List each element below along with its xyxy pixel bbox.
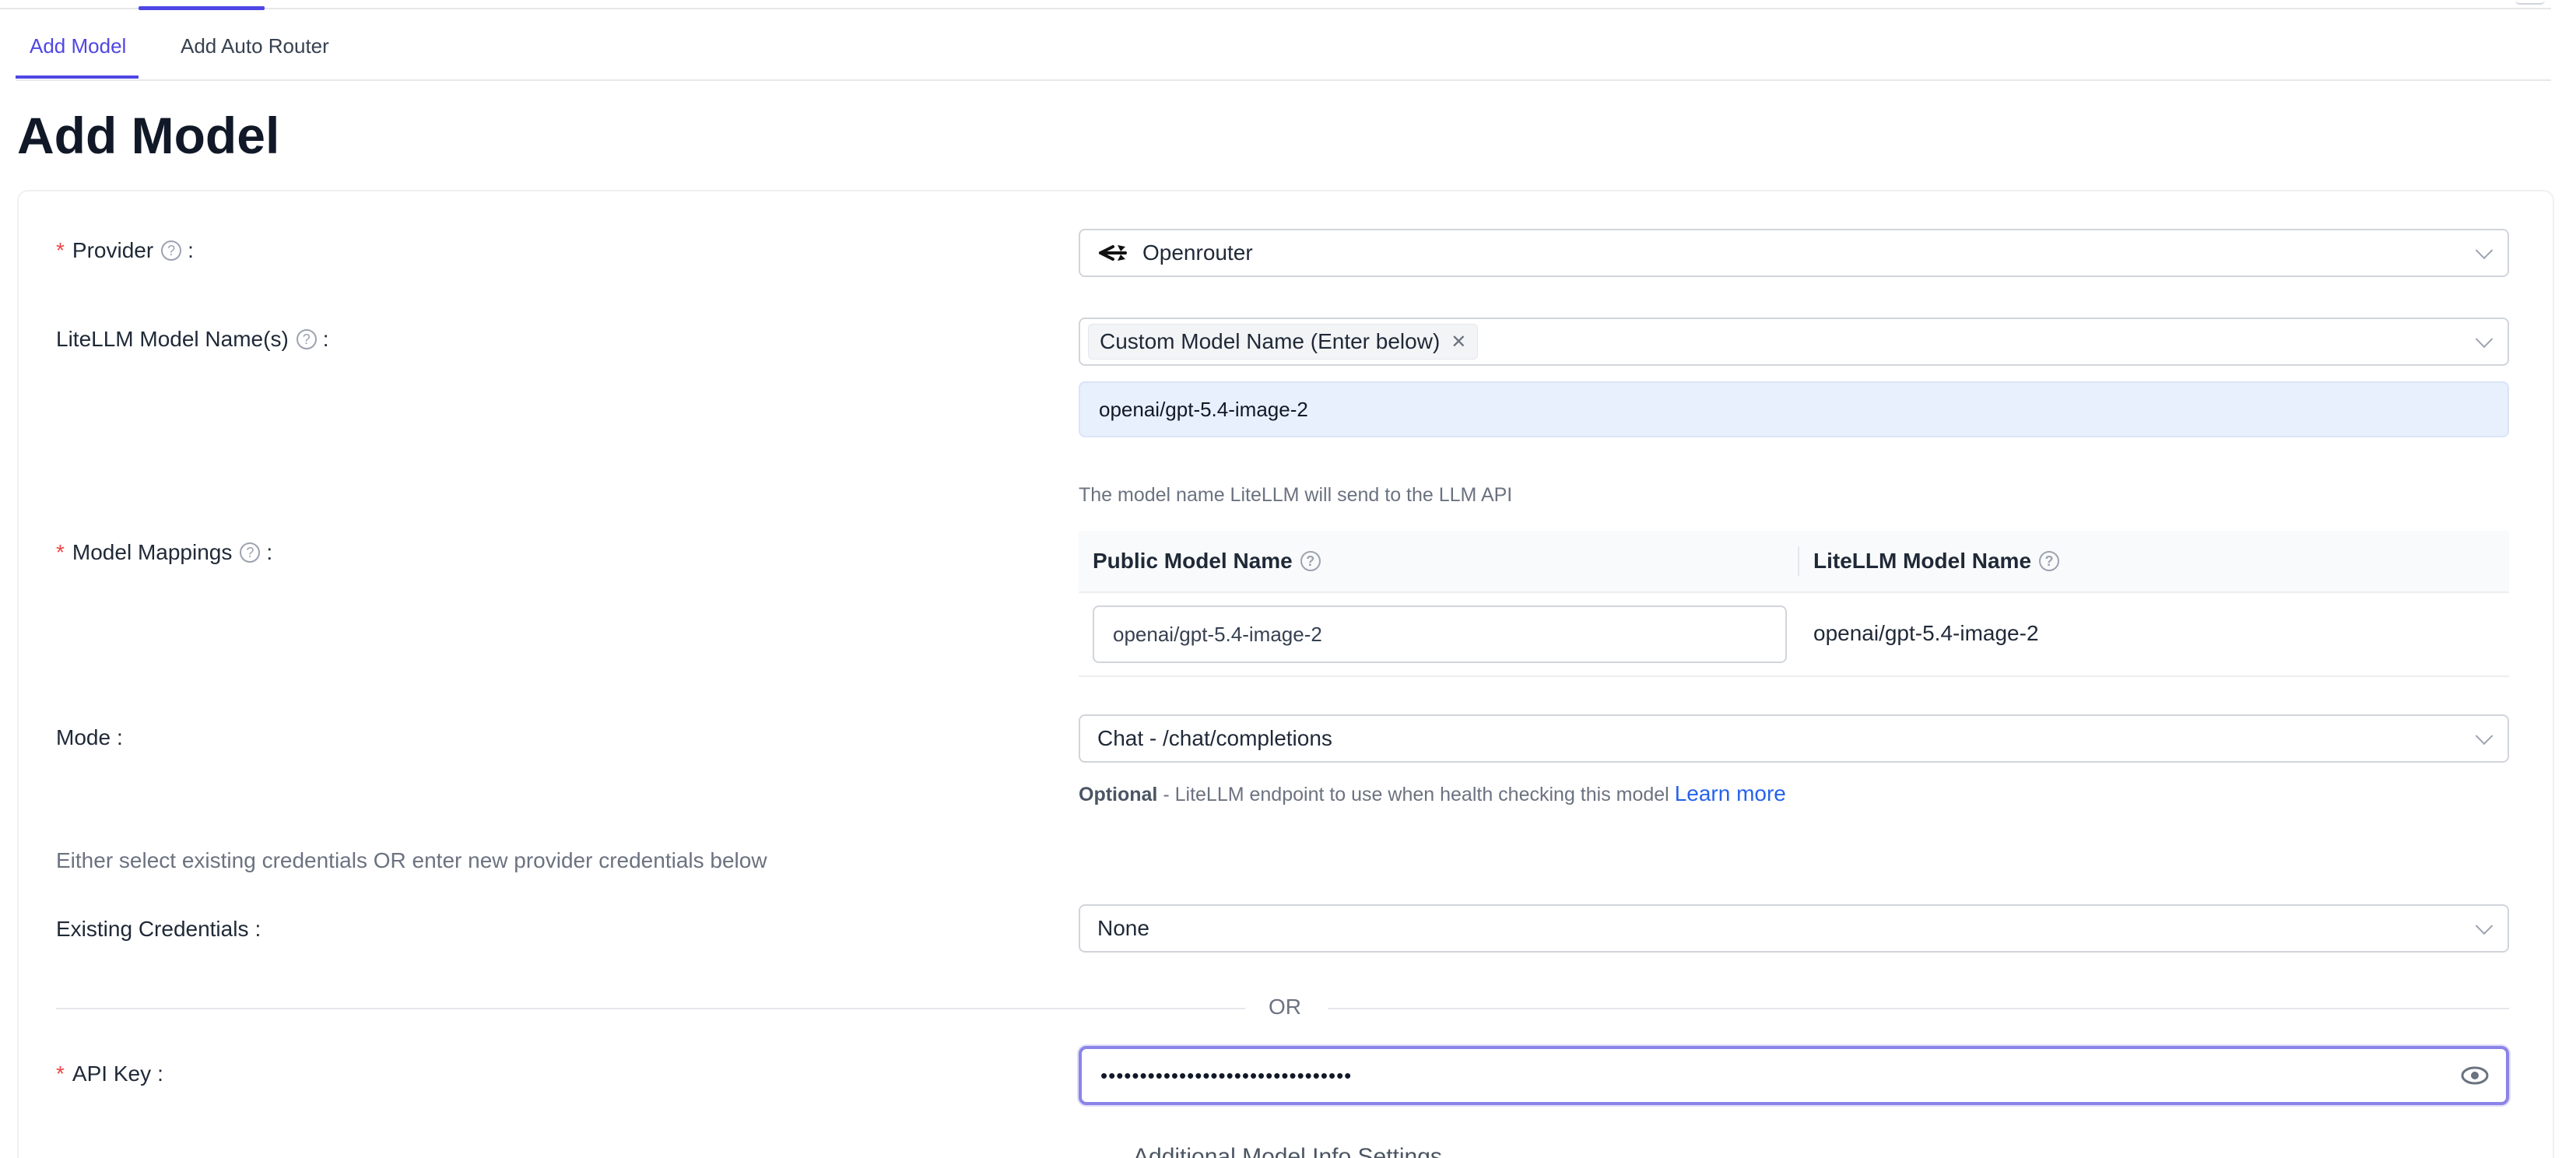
help-icon[interactable]: ?: [161, 240, 182, 261]
model-names-label: LiteLLM Model Name(s) ? :: [56, 327, 329, 352]
model-name-hint: The model name LiteLLM will send to the …: [1079, 484, 1513, 506]
help-icon[interactable]: ?: [2039, 551, 2060, 571]
page: Add Model Add Auto Router Add Model * Pr…: [0, 0, 2576, 1158]
or-text: OR: [1269, 995, 1301, 1019]
help-icon[interactable]: ?: [1300, 551, 1321, 571]
label-colon: :: [322, 327, 329, 351]
chevron-down-icon: [2475, 727, 2494, 746]
top-divider: [0, 8, 2551, 9]
credentials-info-text: Either select existing credentials OR en…: [56, 848, 767, 872]
model-mappings-table: Public Model Name ? LiteLLM Model Name ?…: [1079, 531, 2509, 677]
column-header-public-model-name: Public Model Name ?: [1093, 531, 1321, 591]
mode-select[interactable]: Chat - /chat/completions: [1079, 714, 2509, 763]
top-tab-indicator: [139, 6, 265, 10]
existing-credentials-label-text: Existing Credentials: [56, 917, 249, 941]
required-marker: *: [56, 238, 65, 262]
label-colon: :: [157, 1062, 163, 1086]
or-divider: OR: [56, 993, 2509, 1024]
eye-icon[interactable]: [2461, 1065, 2489, 1086]
public-model-name-input[interactable]: openai/gpt-5.4-image-2: [1093, 605, 1787, 663]
chevron-down-icon: [2475, 330, 2494, 349]
model-names-label-text: LiteLLM Model Name(s): [56, 327, 289, 351]
api-key-value: ••••••••••••••••••••••••••••••••: [1100, 1063, 1353, 1087]
top-corner-control[interactable]: [2515, 0, 2545, 5]
required-marker: *: [56, 540, 65, 564]
mode-hint-text: - LiteLLM endpoint to use when health ch…: [1157, 784, 1675, 805]
label-colon: :: [254, 917, 261, 941]
tab-add-model[interactable]: Add Model: [16, 34, 139, 79]
model-names-select[interactable]: Custom Model Name (Enter below) ✕: [1079, 318, 2509, 366]
additional-settings-title[interactable]: Additional Model Info Settings: [1133, 1144, 1442, 1158]
column-header-litellm-model-name: LiteLLM Model Name ?: [1813, 531, 2060, 591]
existing-credentials-label: Existing Credentials :: [56, 917, 261, 942]
help-icon[interactable]: ?: [240, 542, 261, 563]
openrouter-logo-icon: [1099, 245, 1127, 261]
api-key-label-text: API Key: [72, 1062, 152, 1086]
required-marker: *: [56, 1062, 65, 1086]
model-mappings-label: * Model Mappings ? :: [56, 540, 272, 565]
model-mappings-label-text: Model Mappings: [72, 540, 233, 564]
help-icon[interactable]: ?: [296, 329, 317, 349]
model-name-tag: Custom Model Name (Enter below) ✕: [1088, 324, 1479, 360]
close-icon[interactable]: ✕: [1451, 331, 1466, 353]
label-colon: :: [188, 238, 194, 262]
additional-settings-divider: Additional Model Info Settings: [56, 1144, 2509, 1158]
provider-select[interactable]: Openrouter: [1079, 229, 2509, 277]
api-key-label: * API Key :: [56, 1062, 163, 1086]
learn-more-link[interactable]: Learn more: [1675, 781, 1786, 806]
provider-label-text: Provider: [72, 238, 154, 262]
label-colon: :: [266, 540, 273, 564]
tab-add-auto-router[interactable]: Add Auto Router: [181, 34, 329, 75]
table-header: Public Model Name ? LiteLLM Model Name ?: [1079, 531, 2509, 593]
divider-line: [56, 1008, 1245, 1009]
mode-hint-optional: Optional: [1079, 784, 1158, 805]
table-row: openai/gpt-5.4-image-2 openai/gpt-5.4-im…: [1079, 591, 2509, 677]
mode-label-text: Mode: [56, 725, 111, 749]
column-divider: [1798, 546, 1799, 576]
chevron-down-icon: [2475, 917, 2494, 935]
column-header-label: LiteLLM Model Name: [1813, 549, 2032, 573]
api-key-input[interactable]: ••••••••••••••••••••••••••••••••: [1079, 1046, 2509, 1105]
mode-label: Mode :: [56, 725, 123, 750]
column-header-label: Public Model Name: [1093, 549, 1293, 573]
existing-credentials-select[interactable]: None: [1079, 904, 2509, 953]
divider-line: [1328, 1008, 2509, 1009]
chevron-down-icon: [2475, 241, 2494, 260]
tab-bar: Add Model Add Auto Router: [16, 23, 2551, 81]
existing-credentials-value: None: [1097, 916, 1149, 940]
page-title: Add Model: [17, 107, 280, 164]
label-colon: :: [117, 725, 123, 749]
provider-value: Openrouter: [1142, 240, 1253, 265]
model-name-tag-label: Custom Model Name (Enter below): [1100, 329, 1441, 353]
custom-model-name-input[interactable]: openai/gpt-5.4-image-2: [1079, 381, 2509, 437]
provider-label: * Provider ? :: [56, 238, 194, 263]
litellm-model-name-value: openai/gpt-5.4-image-2: [1813, 621, 2039, 645]
mode-hint: Optional - LiteLLM endpoint to use when …: [1079, 781, 1786, 806]
mode-value: Chat - /chat/completions: [1097, 726, 1332, 750]
